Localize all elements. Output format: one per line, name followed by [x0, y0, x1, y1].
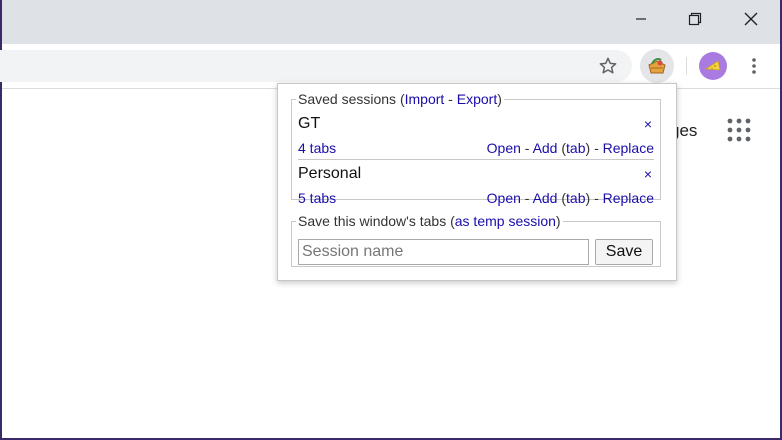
replace-session-link[interactable]: Replace — [603, 190, 654, 206]
address-bar[interactable] — [0, 50, 632, 82]
minimize-icon — [636, 18, 646, 20]
delete-session-icon[interactable]: × — [644, 116, 652, 132]
legend-text: Saved sessions ( — [298, 91, 405, 107]
legend-close-paren: ) — [497, 91, 502, 107]
cheese-icon — [704, 60, 721, 71]
add-session-link[interactable]: Add — [533, 140, 558, 156]
save-tabs-group: Save this window's tabs (as temp session… — [291, 213, 661, 267]
session-tab-count[interactable]: 5 tabs — [298, 190, 336, 206]
apps-grid-icon[interactable] — [727, 118, 751, 142]
legend-separator: - — [444, 91, 457, 107]
session-actions: Open - Add (tab) - Replace — [486, 190, 654, 206]
add-tab-link[interactable]: tab — [566, 140, 585, 156]
save-tabs-legend: Save this window's tabs (as temp session… — [296, 213, 563, 229]
profile-avatar[interactable] — [699, 52, 727, 80]
saved-sessions-legend: Saved sessions (Import - Export) — [296, 91, 504, 107]
restore-button[interactable] — [666, 0, 724, 38]
open-session-link[interactable]: Open — [487, 190, 521, 206]
session-name-input[interactable] — [298, 239, 589, 265]
session-tab-count[interactable]: 4 tabs — [298, 140, 336, 156]
saved-sessions-group: Saved sessions (Import - Export) GT × 4 … — [291, 91, 661, 206]
session-actions: Open - Add (tab) - Replace — [486, 140, 654, 156]
browser-menu-button[interactable] — [740, 52, 768, 80]
session-item: Personal × 5 tabs Open - Add (tab) - Rep… — [298, 163, 654, 209]
menu-icon — [752, 58, 756, 74]
close-icon — [744, 12, 758, 26]
session-name: GT — [298, 115, 321, 132]
session-extension-button[interactable] — [640, 49, 674, 83]
add-tab-link[interactable]: tab — [566, 190, 585, 206]
close-window-button[interactable] — [722, 0, 780, 38]
add-session-link[interactable]: Add — [533, 190, 558, 206]
toolbar-divider — [686, 57, 687, 75]
title-bar — [2, 0, 780, 44]
minimize-button[interactable] — [612, 0, 670, 38]
export-link[interactable]: Export — [457, 91, 497, 107]
temp-session-link[interactable]: as temp session — [455, 213, 556, 229]
delete-session-icon[interactable]: × — [644, 166, 652, 182]
import-link[interactable]: Import — [405, 91, 445, 107]
restore-icon — [688, 12, 702, 26]
session-manager-popup: Saved sessions (Import - Export) GT × 4 … — [277, 83, 677, 281]
open-session-link[interactable]: Open — [487, 140, 521, 156]
save-button[interactable]: Save — [595, 239, 653, 265]
legend-close-paren: ) — [555, 213, 561, 229]
session-item: GT × 4 tabs Open - Add (tab) - Replace — [298, 113, 654, 160]
legend-text: Save this window's tabs ( — [298, 213, 455, 229]
replace-session-link[interactable]: Replace — [603, 140, 654, 156]
extension-icon — [648, 58, 666, 74]
star-icon — [599, 57, 617, 74]
session-name: Personal — [298, 165, 362, 182]
bookmark-star-button[interactable] — [594, 52, 622, 80]
